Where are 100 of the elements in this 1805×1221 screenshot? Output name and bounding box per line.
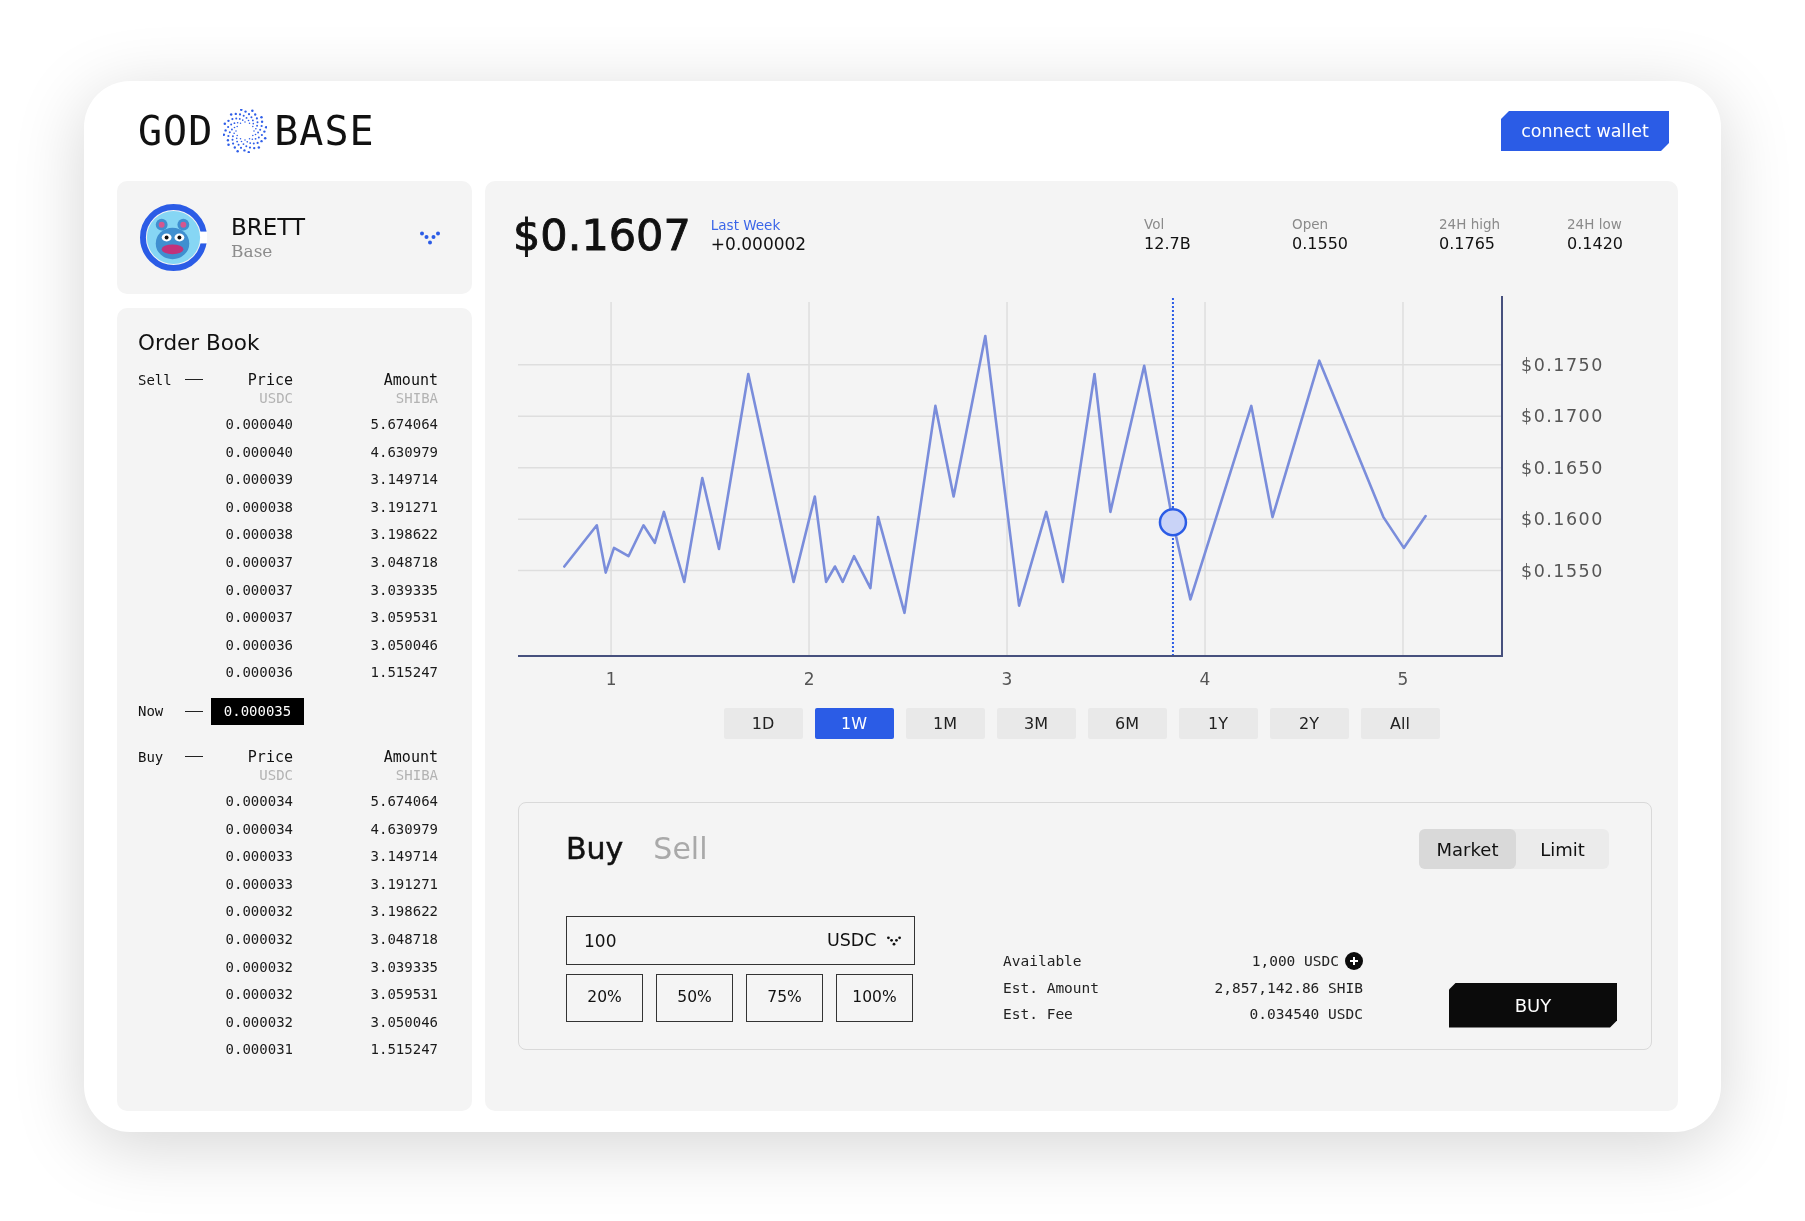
- axis-label: $0.1700: [1521, 406, 1604, 427]
- amount-cell-text: 3.191271: [369, 874, 438, 894]
- price-cell-text: 0.000039: [224, 470, 293, 490]
- column-header: Price: [246, 371, 293, 389]
- amount-cell-text: 3.039335: [369, 957, 438, 977]
- price-cell-text: 0.000034: [224, 791, 293, 811]
- summary-value: 2,857,142.86 SHIB: [1214, 978, 1363, 998]
- order-type-option[interactable]: Market: [1419, 829, 1516, 869]
- axis-label: 2: [803, 669, 815, 689]
- unit-label: USDC: [258, 765, 293, 784]
- summary-value: 1,000 USDC: [1251, 952, 1339, 971]
- amount-cell-text: 5.674064: [369, 791, 438, 811]
- axis-label: 1: [605, 669, 617, 689]
- chevron-down-icon[interactable]: [886, 935, 901, 946]
- amount-cell-text: 1.515247: [369, 663, 438, 683]
- price-cell-text: 0.000037: [224, 608, 293, 628]
- amount-cell-text: 3.050046: [369, 1012, 438, 1032]
- amount-cell-text: 4.630979: [369, 442, 438, 462]
- axis-label: 5: [1397, 669, 1409, 689]
- stat-value: 0.1420: [1567, 233, 1623, 255]
- range-tab[interactable]: All: [1360, 708, 1440, 739]
- column-header: Amount: [382, 371, 438, 389]
- axis-label: $0.1550: [1521, 560, 1604, 581]
- amount-cell-text: 3.198622: [369, 525, 438, 545]
- unit-label: SHIBA: [394, 765, 438, 784]
- stat-value: 0.1550: [1292, 233, 1349, 255]
- range-tab[interactable]: 2Y: [1269, 708, 1349, 739]
- price-cell-text: 0.000032: [224, 929, 293, 949]
- price-cell-text: 0.000032: [224, 985, 293, 1005]
- column-header: Amount: [382, 747, 438, 766]
- price-cell-text: 0.000037: [224, 580, 293, 600]
- token-network: Base: [231, 239, 274, 262]
- price-cell-text: 0.000032: [224, 957, 293, 977]
- panel-title: Order Book: [138, 329, 261, 357]
- stat-value: 0.1765: [1439, 233, 1496, 255]
- summary-label: Est. Fee: [1003, 1005, 1074, 1024]
- axis-label: $0.1750: [1521, 354, 1604, 375]
- price-change: +0.000002: [710, 233, 807, 254]
- side-label: Buy: [138, 747, 165, 766]
- axis-label: 3: [1001, 669, 1013, 689]
- price-cell-text: 0.000033: [224, 847, 293, 867]
- summary-value: 0.034540 USDC: [1249, 1005, 1363, 1024]
- stat-label: 24H low: [1567, 215, 1623, 233]
- percent-button[interactable]: 20%: [566, 974, 643, 1022]
- stat-label: Open: [1292, 215, 1330, 233]
- percent-button[interactable]: 75%: [746, 974, 823, 1022]
- price-cell-text: 0.000038: [224, 497, 293, 517]
- amount-cell-text: 3.198622: [369, 902, 438, 922]
- side-tab[interactable]: Buy: [566, 829, 624, 869]
- amount-cell-text: 5.674064: [369, 415, 438, 434]
- amount-cell-text: 3.048718: [369, 929, 438, 949]
- stat-label: Vol: [1144, 215, 1166, 233]
- amount-cell-text: 3.191271: [369, 497, 438, 517]
- summary-label: Est. Amount: [1003, 978, 1100, 998]
- price-cell-text: 0.000040: [224, 442, 293, 462]
- price-cell-text: 0.000038: [224, 525, 293, 545]
- amount-cell-text: 4.630979: [369, 819, 438, 839]
- range-tab[interactable]: 1Y: [1178, 708, 1258, 739]
- summary-label: Available: [1003, 952, 1083, 971]
- price-cell-text: 0.000040: [224, 415, 293, 434]
- unit-label: SHIBA: [394, 389, 438, 407]
- amount-cell-text: 3.059531: [369, 985, 438, 1005]
- percent-button[interactable]: 100%: [836, 974, 913, 1022]
- price-cell-text: 0.000037: [224, 552, 293, 572]
- range-tab[interactable]: 1D: [723, 708, 803, 739]
- range-tab[interactable]: 3M: [996, 708, 1076, 739]
- price-cell-text: 0.000032: [224, 902, 293, 922]
- current-price-tag: 0.000035: [211, 697, 304, 725]
- logo-text: GOD: [138, 111, 214, 151]
- price-cell-text: 0.000036: [224, 635, 293, 655]
- price-cell-text: 0.000032: [224, 1012, 293, 1032]
- currency-selector[interactable]: USDC: [820, 917, 914, 964]
- side-label: Now: [138, 702, 165, 721]
- current-price: $0.1607: [513, 209, 691, 262]
- stat-value: 12.7B: [1144, 233, 1192, 255]
- order-type-option[interactable]: Limit: [1516, 829, 1609, 869]
- amount-cell-text: 3.048718: [369, 552, 438, 572]
- frog-avatar-icon: [140, 204, 207, 271]
- buy-button[interactable]: BUY: [1449, 982, 1617, 1028]
- range-tab[interactable]: 1W: [814, 708, 894, 739]
- percent-button[interactable]: 50%: [656, 974, 733, 1022]
- spiral-logo-icon: [223, 109, 268, 153]
- amount-cell-text: 3.149714: [369, 470, 438, 490]
- change-period-link[interactable]: Last Week: [710, 216, 807, 234]
- range-tab[interactable]: 1M: [905, 708, 985, 739]
- stat-label: 24H high: [1439, 215, 1502, 233]
- amount-cell-text: 1.515247: [369, 1040, 438, 1060]
- axis-label: $0.1600: [1521, 509, 1604, 530]
- axis-label: $0.1650: [1521, 457, 1604, 478]
- range-tab[interactable]: 6M: [1087, 708, 1167, 739]
- amount-cell-text: 3.149714: [369, 847, 438, 867]
- price-cell-text: 0.000034: [224, 819, 293, 839]
- amount-cell-text: 3.050046: [369, 635, 438, 655]
- token-name: BRETT: [231, 213, 305, 240]
- price-cell-text: 0.000031: [224, 1040, 293, 1060]
- connect-wallet-button[interactable]: connect wallet: [1501, 111, 1669, 151]
- column-header: Price: [246, 747, 293, 766]
- side-label: Sell: [138, 371, 173, 389]
- plus-icon[interactable]: [1345, 952, 1363, 971]
- unit-label: USDC: [258, 389, 293, 407]
